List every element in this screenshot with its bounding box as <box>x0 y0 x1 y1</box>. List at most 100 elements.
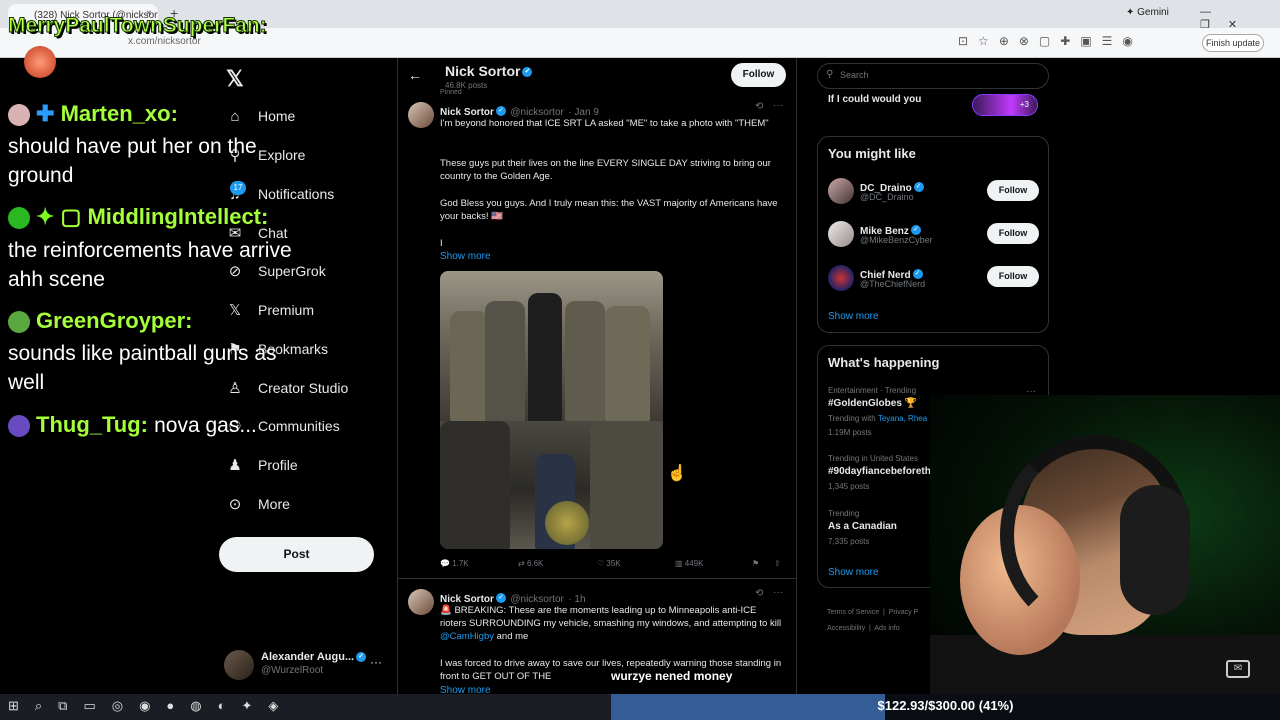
footer-link[interactable]: Terms of Service <box>827 609 879 616</box>
chat-username: Thug_Tug: nova gas... <box>8 411 257 440</box>
like-button[interactable]: ♡ 35K <box>597 559 621 568</box>
trend-related-prefix: Trending with <box>828 414 876 423</box>
trend-item[interactable]: #GoldenGlobes 🏆 <box>828 398 917 409</box>
tweet-text: 🚨 BREAKING: These are the moments leadin… <box>440 604 785 643</box>
x-logo-icon[interactable]: 𝕏 <box>226 66 244 92</box>
tweet-text: These guys put their lives on the line E… <box>440 158 771 182</box>
chat-username-text: Thug_Tug: <box>36 412 148 437</box>
suggestion-avatar[interactable] <box>828 178 854 204</box>
chat-message: nova gas... <box>154 414 257 437</box>
chat-username: GreenGroyper: <box>8 308 193 334</box>
repost-count: 6.6K <box>526 559 544 568</box>
verified-icon: ✓ <box>495 592 506 603</box>
chat-badge <box>8 104 30 127</box>
extension-icons[interactable]: ⊡☆⊕⊗▢✚▣☰◉ <box>958 34 1143 48</box>
tweet-avatar[interactable] <box>408 589 434 615</box>
tweet-photo[interactable] <box>440 271 663 549</box>
trend-category: Trending in United States <box>828 454 918 463</box>
nav-label: Premium <box>258 302 315 318</box>
follow-button[interactable]: Follow <box>987 180 1039 201</box>
search-icon: ⚲ <box>826 69 834 80</box>
photo-group-bottom <box>440 421 663 549</box>
follow-button[interactable]: Follow <box>731 63 786 87</box>
footer-link[interactable]: Privacy P <box>889 609 919 616</box>
back-arrow-icon[interactable]: ← <box>408 67 422 83</box>
tweet-more-icon[interactable]: ··· <box>773 100 783 111</box>
reply-button[interactable]: 💬 1.7K <box>440 559 469 568</box>
more-icon: ⊙ <box>228 496 242 513</box>
chat-badge <box>8 207 30 230</box>
whats-happening-title: What's happening <box>828 355 940 370</box>
profile-name: Nick Sortor ✓ <box>445 63 533 79</box>
nav-more[interactable]: ⊙ More <box>226 490 290 518</box>
promo-text: If I could would you <box>828 94 922 105</box>
overlay-avatar <box>24 46 56 78</box>
stream-overlay-text: wurzye nened money <box>611 669 733 683</box>
nav-home[interactable]: ⌂ Home <box>226 102 295 130</box>
search-input[interactable]: Search <box>817 63 1049 89</box>
bookmark-icon[interactable]: ⚑ <box>752 559 759 568</box>
trend-count: 1.19M posts <box>828 428 872 437</box>
show-more-link[interactable]: Show more <box>828 567 879 578</box>
promo-avatars-pill[interactable]: +3 <box>972 94 1038 116</box>
mention-link[interactable]: @CamHigby <box>440 631 494 642</box>
show-more-link[interactable]: Show more <box>828 311 879 322</box>
tweet-show-more[interactable]: Show more <box>440 251 491 262</box>
verified-icon: ✓ <box>522 67 533 78</box>
footer-link[interactable]: Accessibility <box>827 625 865 632</box>
tweet-actions: 💬 1.7K ⇄ 6.6K ♡ 35K ▥ 449K ⚑ ⇪ <box>440 559 785 573</box>
gemini-button[interactable]: ✦ Gemini <box>1126 7 1169 18</box>
post-button[interactable]: Post <box>219 537 374 572</box>
trend-count: 7,335 posts <box>828 537 870 546</box>
chat-username: ✦ ▢ MiddlingIntellect: <box>8 204 268 230</box>
profile-name-text: Nick Sortor <box>445 63 521 79</box>
share-icon[interactable]: ⇪ <box>774 559 781 568</box>
nav-premium[interactable]: 𝕏 Premium <box>226 296 314 324</box>
chat-username-text: Marten_xo: <box>60 101 178 126</box>
chat-username: ✚ Marten_xo: <box>8 101 178 127</box>
repost-button[interactable]: ⇄ 6.6K <box>518 559 543 568</box>
who-to-follow-title: You might like <box>828 146 916 161</box>
suggestion-avatar[interactable] <box>828 221 854 247</box>
grok-explain-icon[interactable]: ⟲ <box>755 588 763 599</box>
like-count: 35K <box>606 559 621 568</box>
mouse-cursor-icon: ☝ <box>667 465 687 482</box>
account-name-text: Alexander Augu... <box>261 651 355 663</box>
chat-message: sounds like paintball guns as well <box>8 342 277 394</box>
chat-username-text: GreenGroyper: <box>36 308 193 333</box>
tweet-more-icon[interactable]: ··· <box>773 587 783 598</box>
chat-badge <box>8 415 30 438</box>
tweet-avatar[interactable] <box>408 102 434 128</box>
finish-update-button[interactable]: Finish update <box>1202 34 1264 52</box>
chat-message: the reinforcements have arrive ahh scene <box>8 239 292 291</box>
nav-label: Profile <box>258 457 298 473</box>
webcam-feed <box>930 395 1280 694</box>
tweet-text: God Bless you guys. And I truly mean thi… <box>440 198 778 222</box>
tweet-text: I <box>440 238 443 249</box>
views-button[interactable]: ▥ 449K <box>675 559 703 568</box>
suggestion-handle: @MikeBenzCyber <box>860 235 933 245</box>
message-icon[interactable]: ✉ <box>1226 660 1250 678</box>
verified-icon: ✓ <box>913 181 924 192</box>
suggestion-handle: @TheChiefNerd <box>860 279 926 289</box>
account-handle: @WurzelRoot <box>261 665 324 676</box>
trend-category: Trending <box>828 509 860 518</box>
suggestion-avatar[interactable] <box>828 265 854 291</box>
home-icon: ⌂ <box>230 107 240 125</box>
verified-icon: ✓ <box>910 224 921 235</box>
nav-label: Home <box>258 108 296 124</box>
grok-explain-icon[interactable]: ⟲ <box>755 101 763 112</box>
nav-profile[interactable]: ♟ Profile <box>226 451 298 479</box>
taskbar-icons[interactable]: ⊞⌕⧉▭◎◉●◍◐✦◈ <box>8 698 294 714</box>
trend-item[interactable]: As a Canadian <box>828 521 897 532</box>
footer-link[interactable]: Ads info <box>874 625 899 632</box>
follow-button[interactable]: Follow <box>987 223 1039 244</box>
account-more-icon[interactable]: ··· <box>370 655 382 669</box>
nav-label: More <box>258 496 290 512</box>
tweet-divider <box>398 578 796 579</box>
account-avatar[interactable] <box>224 650 254 680</box>
overlay-title: MerryPaulTownSuperFan: <box>8 14 268 38</box>
follow-button[interactable]: Follow <box>987 266 1039 287</box>
account-name[interactable]: Alexander Augu... ✓ <box>261 651 367 663</box>
chat-username-text: MiddlingIntellect: <box>87 204 269 229</box>
